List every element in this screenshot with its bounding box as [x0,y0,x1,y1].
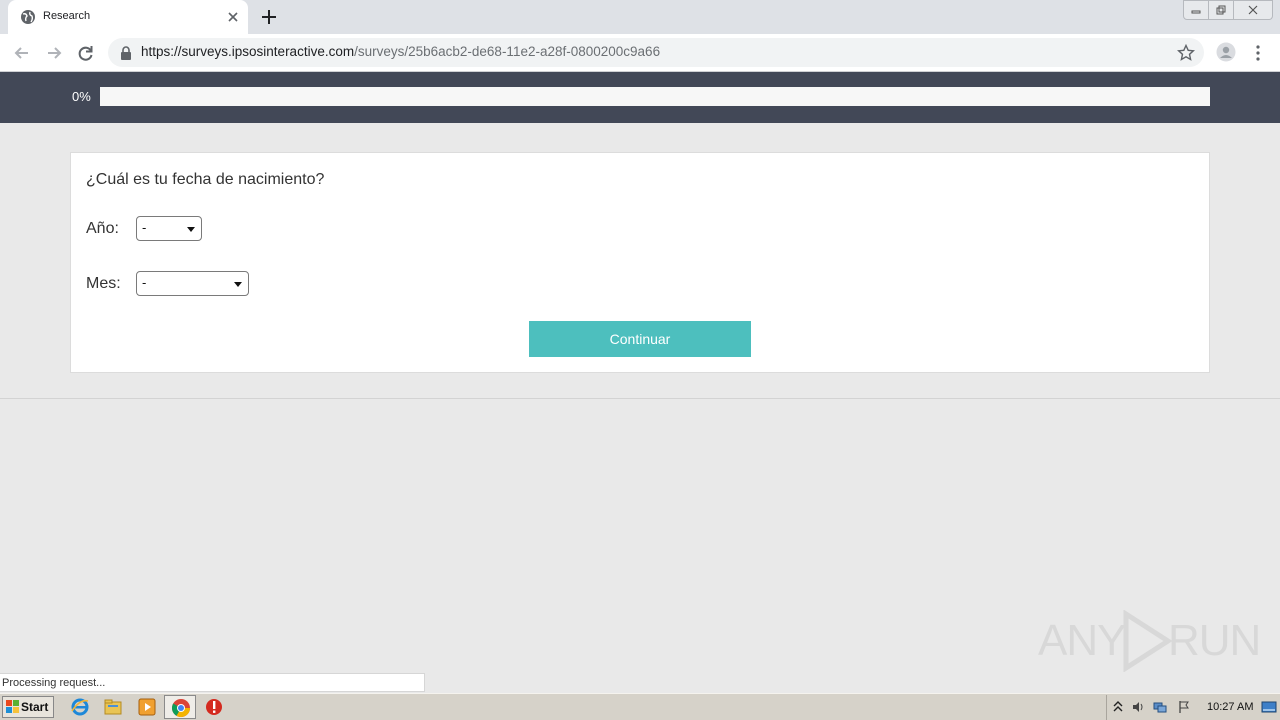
chevron-down-icon [234,282,242,287]
chevron-down-icon [187,227,195,232]
forward-arrow-icon[interactable] [44,43,64,63]
anyrun-watermark: ANY RUN [1038,608,1261,672]
play-logo-icon [1123,610,1172,672]
progress-percentage: 0% [72,89,91,104]
restore-icon [1216,5,1226,15]
address-bar[interactable]: https://surveys.ipsosinteractive.com/sur… [108,38,1204,67]
watermark-text-right: RUN [1168,616,1261,665]
url-path: /surveys/25b6acb2-de68-11e2-a28f-0800200… [354,44,661,59]
internet-explorer-icon[interactable] [70,697,90,717]
file-explorer-icon[interactable] [103,697,123,717]
window-close-button[interactable] [1233,0,1273,20]
question-card: ¿Cuál es tu fecha de nacimiento? Año: - … [70,152,1210,373]
tab-title: Research [43,10,91,22]
browser-toolbar: https://surveys.ipsosinteractive.com/sur… [0,34,1280,72]
close-icon [1248,5,1258,15]
stop-icon[interactable] [204,697,224,717]
taskbar: Start 10:27 AM [0,693,1280,720]
year-select-value: - [142,220,147,235]
minimize-icon [1191,10,1201,14]
lock-icon [121,46,131,60]
flag-icon[interactable] [1177,700,1191,714]
new-tab-icon[interactable] [260,8,278,26]
start-label: Start [21,700,49,714]
restore-button[interactable] [1208,0,1234,20]
speaker-icon[interactable] [1131,700,1145,714]
globe-icon [21,10,35,24]
close-icon[interactable] [225,9,241,25]
url-host: https://surveys.ipsosinteractive.com [141,44,355,59]
continue-button[interactable]: Continuar [529,321,751,357]
network-icon[interactable] [1153,700,1167,714]
chevron-up-icon[interactable] [1111,700,1125,714]
chrome-taskbar-button[interactable] [164,695,196,719]
month-select[interactable]: - [136,271,249,296]
bookmark-star-icon[interactable] [1177,44,1195,62]
month-label: Mes: [86,275,121,292]
reload-icon[interactable] [76,43,96,63]
media-player-icon[interactable] [137,697,157,717]
tab-strip: Research [0,0,1280,34]
year-select[interactable]: - [136,216,202,241]
back-arrow-icon[interactable] [12,43,32,63]
status-bubble: Processing request... [0,673,425,692]
start-button[interactable]: Start [2,696,54,718]
profile-avatar-icon[interactable] [1216,42,1236,62]
minimize-button[interactable] [1183,0,1209,20]
progress-bar [100,87,1210,106]
clock: 10:27 AM [1207,701,1254,713]
system-tray: 10:27 AM [1106,695,1280,720]
url-text: https://surveys.ipsosinteractive.com/sur… [141,44,660,59]
kebab-menu-icon[interactable] [1250,43,1266,63]
show-desktop-icon[interactable] [1261,700,1277,714]
watermark-text-left: ANY [1038,616,1126,665]
question-text: ¿Cuál es tu fecha de nacimiento? [86,171,325,188]
windows-logo-icon [6,700,19,713]
tab-research[interactable]: Research [8,0,248,34]
page-divider [0,398,1280,399]
year-label: Año: [86,220,119,237]
status-text: Processing request... [2,677,106,689]
progress-header: 0% [0,72,1280,123]
chrome-icon [171,699,190,718]
month-select-value: - [142,275,147,290]
